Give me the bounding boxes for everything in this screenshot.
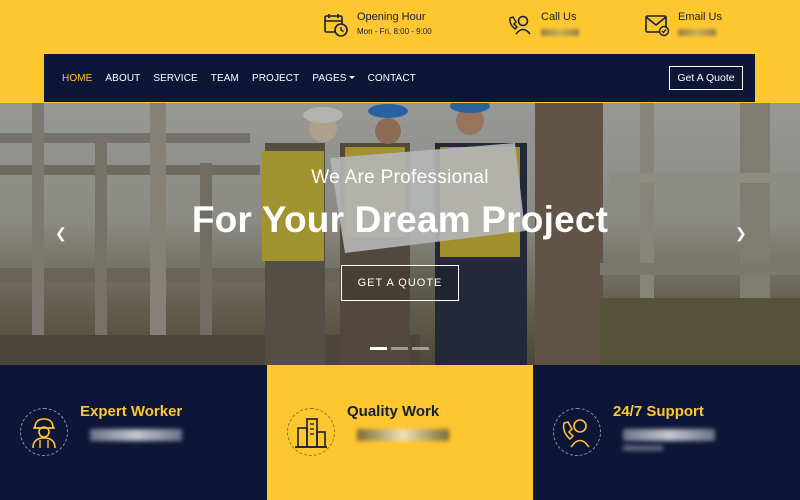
feature-text-blurred: [90, 429, 182, 441]
feature-text-blurred-2: [623, 445, 663, 451]
chevron-left-icon[interactable]: ❮: [55, 225, 67, 242]
email-address-blurred: [678, 29, 716, 36]
get-a-quote-button[interactable]: Get A Quote: [669, 66, 743, 90]
feature-title: Expert Worker: [80, 403, 183, 420]
nav-item-project[interactable]: PROJECT: [252, 73, 299, 84]
nav-item-service[interactable]: SERVICE: [153, 73, 197, 84]
hero-get-a-quote-button[interactable]: GET A QUOTE: [341, 265, 459, 301]
feature-text-blurred: [623, 429, 715, 441]
hero-slider: We Are Professional For Your Dream Proje…: [0, 103, 800, 365]
email-us-info: Email Us: [644, 12, 722, 40]
slide-indicator-2[interactable]: [391, 347, 408, 350]
feature-support: 24/7 Support: [533, 365, 800, 500]
buildings-icon: [295, 418, 327, 448]
feature-title: Quality Work: [347, 403, 440, 420]
support-agent-icon: [562, 419, 590, 448]
feature-title: 24/7 Support: [613, 403, 704, 420]
feature-text-blurred: [357, 429, 449, 441]
slide-indicator-1[interactable]: [370, 347, 387, 350]
nav-item-contact[interactable]: CONTACT: [368, 73, 416, 84]
slider-indicators: [370, 347, 433, 350]
opening-hour-value: Mon - Fri, 8:00 - 9:00: [357, 27, 432, 36]
feature-expert-worker: Expert Worker: [0, 365, 267, 500]
feature-quality-work: Quality Work: [267, 365, 533, 500]
nav-item-pages: PAGES: [312, 72, 347, 84]
nav-menu: HOME ABOUT SERVICE TEAM PROJECT PAGES CO…: [62, 73, 429, 84]
nav-item-about[interactable]: ABOUT: [105, 73, 140, 84]
chevron-right-icon[interactable]: ❯: [735, 225, 747, 242]
nav-item-pages-dropdown[interactable]: PAGES: [312, 72, 355, 84]
hero-subtitle: We Are Professional: [311, 167, 489, 188]
email-us-title: Email Us: [678, 11, 723, 23]
nav-item-home[interactable]: HOME: [62, 73, 92, 84]
caret-down-icon: [348, 76, 355, 80]
opening-hour-info: Opening Hour Mon - Fri, 8:00 - 9:00: [323, 12, 432, 38]
hero-title: For Your Dream Project: [191, 199, 609, 240]
worker-icon: [32, 418, 56, 449]
clock-calendar-icon: [324, 14, 348, 37]
phone-support-icon: [509, 15, 531, 35]
email-icon: [645, 15, 670, 37]
call-us-info: Call Us: [507, 12, 579, 40]
opening-hour-title: Opening Hour: [357, 11, 426, 23]
call-us-number-blurred: [541, 29, 579, 36]
call-us-title: Call Us: [541, 11, 577, 23]
slide-indicator-3[interactable]: [412, 347, 429, 350]
main-navbar: HOME ABOUT SERVICE TEAM PROJECT PAGES CO…: [44, 54, 755, 102]
nav-item-team[interactable]: TEAM: [211, 73, 239, 84]
